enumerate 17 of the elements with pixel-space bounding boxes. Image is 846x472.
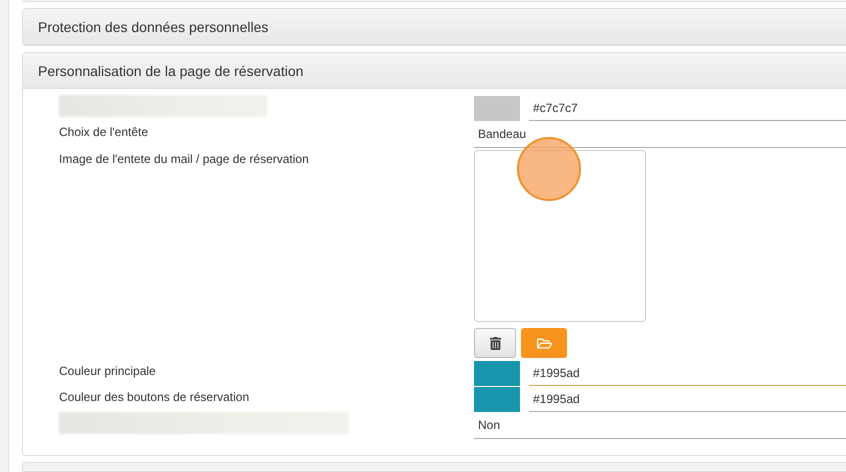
delete-button[interactable] [474, 328, 516, 358]
trash-icon [488, 336, 502, 350]
color-input[interactable]: #c7c7c7 [529, 95, 846, 122]
field-label: Choix de l'entête [59, 124, 150, 140]
color-input[interactable]: #1995ad [529, 360, 846, 386]
color-swatch[interactable] [474, 360, 520, 386]
color-input[interactable]: #1995ad [529, 386, 846, 412]
color-swatch[interactable] [474, 386, 520, 412]
panel-header[interactable]: Personnalisation de la page de réservation [23, 53, 846, 90]
field-label: Image de l'entete du mail / page de réservation [59, 151, 310, 166]
color-swatch[interactable] [474, 96, 520, 121]
panel-header[interactable]: Protection des données personnelles [23, 9, 846, 46]
select-field[interactable]: Non [474, 412, 846, 440]
field-label: Couleur principale [59, 363, 157, 378]
browse-button[interactable] [521, 328, 567, 358]
folder-icon [536, 336, 552, 351]
field-label: Couleur des boutons de réservation [59, 389, 250, 404]
